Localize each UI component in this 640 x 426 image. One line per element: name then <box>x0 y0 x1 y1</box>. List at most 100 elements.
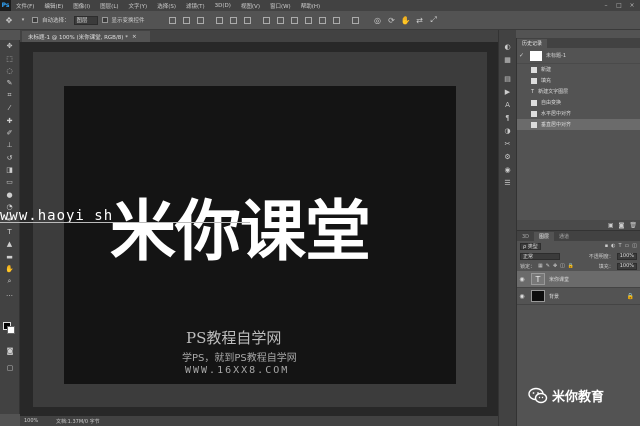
layer-name[interactable]: 背景 <box>549 293 559 300</box>
lock-icon[interactable]: 🔒 <box>627 293 634 300</box>
brush-source-icon[interactable]: ✓ <box>519 52 524 59</box>
show-transform-checkbox[interactable] <box>101 17 108 23</box>
lock-pixels-icon[interactable]: ✎ <box>546 263 550 269</box>
align-hcenter-icon[interactable] <box>229 16 237 24</box>
lock-position-icon[interactable]: ✥ <box>553 263 557 269</box>
auto-align-icon[interactable] <box>351 16 359 24</box>
canvas-text-layer[interactable]: 米你课堂 <box>110 197 415 267</box>
quick-select-tool-icon[interactable]: ✎ <box>0 77 19 89</box>
eraser-tool-icon[interactable]: ◨ <box>0 164 19 176</box>
clone-stamp-tool-icon[interactable]: ⊥ <box>0 139 19 151</box>
lock-transparent-icon[interactable]: ▦ <box>538 263 543 269</box>
history-item-selected[interactable]: 垂直居中对齐 <box>517 119 640 130</box>
new-document-from-state-icon[interactable]: ▣ <box>608 222 614 229</box>
hand-tool-icon[interactable]: ✋ <box>0 263 19 275</box>
fill-field[interactable]: 100% <box>616 262 637 270</box>
eye-icon[interactable]: ◉ <box>517 293 527 300</box>
document-info[interactable]: 文档:1.37M/0 字节 <box>42 418 100 425</box>
lock-all-icon[interactable]: 🔒 <box>568 263 574 269</box>
eye-icon[interactable]: ◉ <box>517 276 527 283</box>
align-left-icon[interactable] <box>215 16 223 24</box>
blend-mode-dropdown[interactable]: 正常 <box>520 252 560 260</box>
minimize-icon[interactable]: – <box>600 0 612 11</box>
3d-scale-icon[interactable]: ⤢ <box>429 15 439 25</box>
camera-snapshot-icon[interactable]: ◙ <box>619 222 625 229</box>
layer-name[interactable]: 米你课堂 <box>549 276 569 283</box>
menu-select[interactable]: 选择(S) <box>152 2 181 10</box>
path-select-tool-icon[interactable]: ▲ <box>0 238 19 250</box>
history-item[interactable]: 水平居中对齐 <box>517 108 640 119</box>
blur-tool-icon[interactable]: ● <box>0 189 19 201</box>
actions-panel-icon[interactable]: ▶ <box>499 85 516 98</box>
tab-history[interactable]: 历史记录 <box>517 39 548 48</box>
filter-pixel-icon[interactable]: ▪ <box>605 243 608 249</box>
auto-select-dropdown[interactable]: 图层 <box>73 15 98 25</box>
menu-type[interactable]: 文字(Y) <box>124 2 153 10</box>
menu-3d[interactable]: 3D(D) <box>210 3 236 9</box>
type-tool-icon[interactable]: T <box>0 226 19 238</box>
distribute-bottom-icon[interactable] <box>290 16 298 24</box>
layer-row-background[interactable]: ◉ 背景 🔒 <box>517 288 640 305</box>
menu-view[interactable]: 视图(V) <box>236 2 265 10</box>
crop-tool-icon[interactable]: ⌗ <box>0 90 19 102</box>
tab-layers[interactable]: 图层 <box>534 232 555 241</box>
filter-adjust-icon[interactable]: ◐ <box>611 243 615 249</box>
menu-edit[interactable]: 编辑(E) <box>39 2 68 10</box>
lasso-tool-icon[interactable]: ◌ <box>0 65 19 77</box>
shape-tool-icon[interactable]: ▬ <box>0 251 19 263</box>
lock-artboard-icon[interactable]: ◫ <box>560 263 565 269</box>
history-panel-icon[interactable]: ▤ <box>499 72 516 85</box>
character-panel-icon[interactable]: A <box>499 98 516 111</box>
history-brush-tool-icon[interactable]: ↺ <box>0 152 19 164</box>
menu-image[interactable]: 图像(I) <box>68 2 95 10</box>
history-item[interactable]: T 新建文字图层 <box>517 86 640 97</box>
brush-panel-icon[interactable]: ⚙ <box>499 150 516 163</box>
menu-help[interactable]: 帮助(H) <box>296 2 325 10</box>
move-tool-icon[interactable]: ✥ <box>4 15 14 25</box>
paragraph-panel-icon[interactable]: ¶ <box>499 111 516 124</box>
menu-file[interactable]: 文件(F) <box>11 2 39 10</box>
trash-icon[interactable]: 🗑 <box>629 222 637 229</box>
color-panel-icon[interactable]: ◐ <box>499 40 516 53</box>
align-top-icon[interactable] <box>168 16 176 24</box>
edit-toolbar-icon[interactable]: … <box>0 288 19 300</box>
opacity-field[interactable]: 100% <box>616 252 637 260</box>
tab-3d[interactable]: 3D <box>517 232 534 241</box>
quick-mask-icon[interactable]: ◙ <box>0 345 20 357</box>
zoom-level[interactable]: 100% <box>20 418 42 424</box>
tab-channels[interactable]: 通道 <box>554 232 574 241</box>
filter-smart-icon[interactable]: ◫ <box>632 243 637 249</box>
styles-panel-icon[interactable]: ☰ <box>499 176 516 189</box>
history-item[interactable]: 新建 <box>517 64 640 75</box>
distribute-right-icon[interactable] <box>332 16 340 24</box>
zoom-tool-icon[interactable]: ⌕ <box>0 275 19 287</box>
layer-row-text[interactable]: ◉ T 米你课堂 <box>517 271 640 288</box>
gradient-tool-icon[interactable]: ▭ <box>0 176 19 188</box>
history-item[interactable]: 自由变换 <box>517 97 640 108</box>
tools-panel-icon[interactable]: ✂ <box>499 137 516 150</box>
eyedropper-tool-icon[interactable]: ⁄ <box>0 102 19 114</box>
align-right-icon[interactable] <box>243 16 251 24</box>
move-tool-icon[interactable]: ✥ <box>0 40 19 52</box>
menu-filter[interactable]: 滤镜(T) <box>181 2 210 10</box>
document-tab[interactable]: 未标题-1 @ 100% (米你课堂, RGB/8) * × <box>22 31 150 42</box>
history-item[interactable]: 填充 <box>517 75 640 86</box>
3d-rotate-icon[interactable]: ⟳ <box>387 15 397 25</box>
filter-type-icon[interactable]: T <box>618 243 621 249</box>
distribute-left-icon[interactable] <box>304 16 312 24</box>
marquee-tool-icon[interactable]: ⬚ <box>0 52 19 64</box>
distribute-hcenter-icon[interactable] <box>318 16 326 24</box>
healing-brush-tool-icon[interactable]: ✚ <box>0 114 19 126</box>
align-bottom-icon[interactable] <box>196 16 204 24</box>
distribute-vcenter-icon[interactable] <box>276 16 284 24</box>
close-icon[interactable]: × <box>626 0 638 11</box>
background-color-swatch[interactable] <box>7 326 15 334</box>
filter-shape-icon[interactable]: ▭ <box>625 243 630 249</box>
screen-mode-icon[interactable]: ▢ <box>0 362 20 374</box>
layer-filter-dropdown[interactable]: ρ 类型 <box>520 242 541 250</box>
align-vcenter-icon[interactable] <box>182 16 190 24</box>
menu-layer[interactable]: 图层(L) <box>95 2 123 10</box>
maximize-icon[interactable]: □ <box>613 0 625 11</box>
menu-window[interactable]: 窗口(W) <box>265 2 296 10</box>
auto-select-checkbox[interactable] <box>32 17 38 23</box>
